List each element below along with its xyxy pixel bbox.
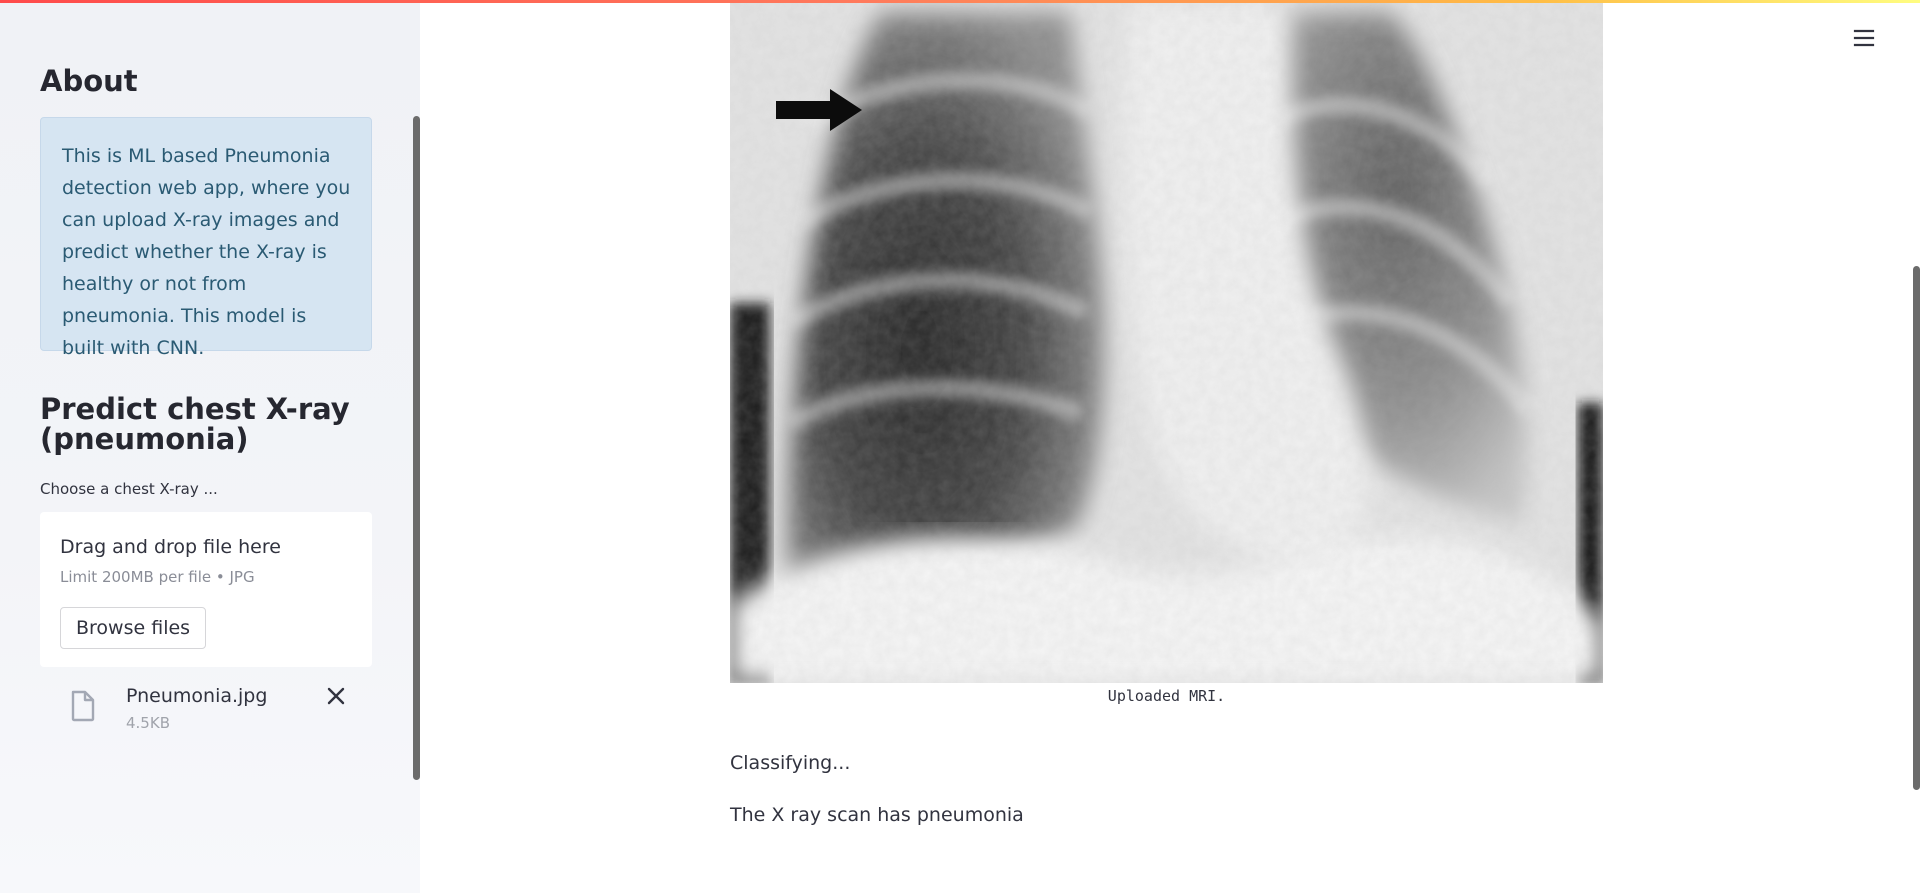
sidebar-scrollbar[interactable] — [413, 116, 420, 780]
about-heading: About — [40, 64, 138, 98]
hamburger-menu-icon[interactable] — [1852, 26, 1876, 50]
classifying-status: Classifying... — [730, 752, 851, 774]
file-limit-text: Limit 200MB per file • JPG — [60, 568, 255, 586]
file-uploader-dropzone[interactable]: Drag and drop file here Limit 200MB per … — [40, 512, 372, 667]
file-icon — [71, 690, 95, 722]
prediction-result: The X ray scan has pneumonia — [730, 804, 1024, 826]
browse-files-button[interactable]: Browse files — [60, 607, 207, 649]
top-decoration-bar — [0, 0, 1920, 3]
uploader-label: Choose a chest X-ray ... — [40, 480, 218, 498]
uploaded-file-size: 4.5KB — [126, 714, 170, 732]
predict-heading: Predict chest X-ray (pneumonia) — [40, 392, 350, 456]
uploaded-file-name: Pneumonia.jpg — [126, 685, 268, 707]
main-scrollbar[interactable] — [1913, 266, 1920, 790]
close-icon[interactable] — [324, 684, 348, 708]
uploaded-xray-image — [730, 3, 1603, 683]
image-caption: Uploaded MRI. — [1107, 687, 1226, 705]
uploaded-file-item: Pneumonia.jpg 4.5KB — [40, 676, 372, 736]
sidebar: About This is ML based Pneumonia detecti… — [0, 0, 420, 893]
drag-drop-text: Drag and drop file here — [60, 536, 281, 558]
about-info-box: This is ML based Pneumonia detection web… — [40, 117, 372, 359]
